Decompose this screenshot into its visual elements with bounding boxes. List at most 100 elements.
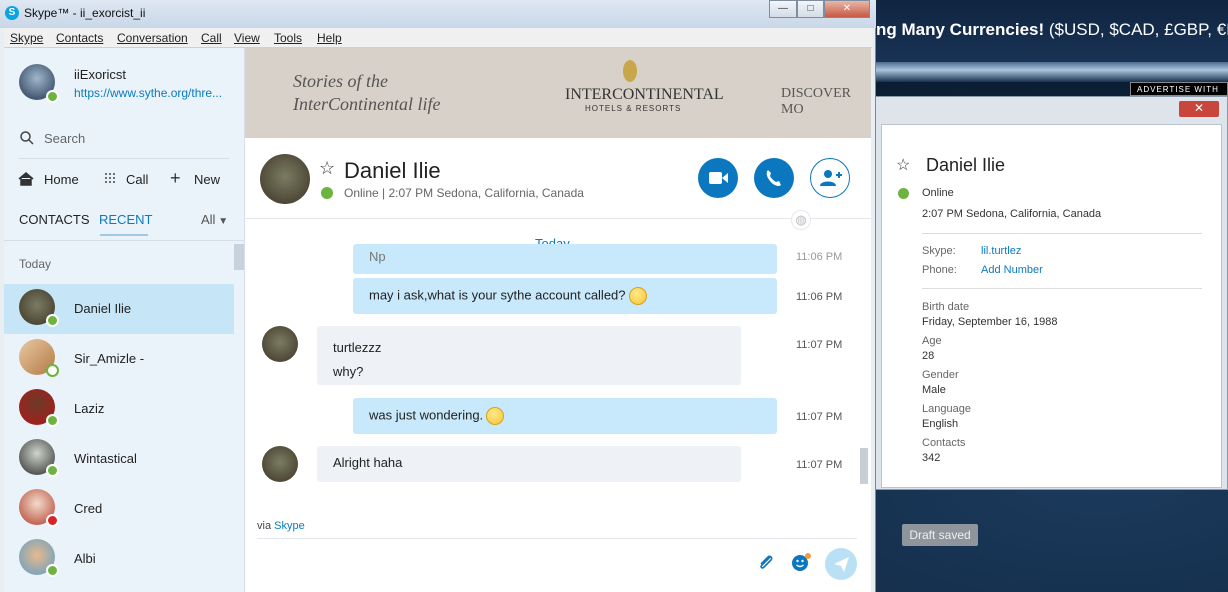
profile-name: Daniel Ilie bbox=[926, 155, 1006, 175]
home-button[interactable]: Home bbox=[44, 172, 79, 187]
chat-avatar[interactable] bbox=[260, 154, 310, 204]
menu-conversation[interactable]: Conversation bbox=[117, 31, 188, 45]
online-status-icon bbox=[46, 464, 59, 477]
divider bbox=[922, 288, 1202, 289]
audio-call-button[interactable] bbox=[754, 158, 794, 198]
minimize-button[interactable]: — bbox=[769, 0, 797, 18]
mood-message[interactable]: https://www.sythe.org/thre... bbox=[74, 86, 222, 100]
contact-item[interactable]: Cred bbox=[4, 484, 234, 534]
gender-label: Gender bbox=[922, 369, 959, 381]
ad-subbrand: HOTELS & RESORTS bbox=[585, 104, 682, 113]
menu-help[interactable]: Help bbox=[317, 31, 342, 45]
sender-avatar[interactable] bbox=[262, 326, 298, 362]
message-text: Np bbox=[369, 249, 386, 264]
via-skype-link[interactable]: Skype bbox=[274, 520, 305, 532]
ad-banner[interactable]: Stories of the InterContinental life INTE… bbox=[245, 48, 871, 138]
message-bubble[interactable]: Alright haha bbox=[317, 446, 741, 482]
menu-skype[interactable]: Skype bbox=[10, 31, 43, 45]
message-text: turtlezzz bbox=[333, 340, 382, 355]
favorite-star-icon[interactable]: ☆ bbox=[319, 158, 335, 179]
skype-window: S Skype™ - ii_exorcist_ii — □ ✕ Skype Co… bbox=[0, 0, 876, 592]
menu-tools[interactable]: Tools bbox=[274, 31, 302, 45]
chat-contact-status: Online | 2:07 PM Sedona, California, Can… bbox=[344, 186, 584, 200]
menu-contacts[interactable]: Contacts bbox=[56, 31, 103, 45]
globe-icon[interactable]: ◍ bbox=[791, 210, 811, 230]
phone-icon bbox=[766, 170, 781, 186]
ad-line-1: Stories of the bbox=[293, 71, 388, 91]
advertise-label[interactable]: ADVERTISE WITH bbox=[1130, 82, 1228, 96]
emoticon-icon[interactable] bbox=[790, 552, 812, 572]
add-number-link[interactable]: Add Number bbox=[981, 264, 1043, 276]
filter-dropdown[interactable]: All ▼ bbox=[201, 212, 228, 227]
divider bbox=[18, 158, 229, 159]
search-input[interactable]: Search bbox=[44, 131, 85, 146]
my-status-icon[interactable] bbox=[46, 90, 59, 103]
chat-scrollbar[interactable] bbox=[860, 448, 868, 484]
new-button[interactable]: New bbox=[194, 172, 220, 187]
smiley-emoticon-icon bbox=[486, 407, 505, 425]
contacts-label: Contacts bbox=[922, 437, 966, 449]
dialpad-icon bbox=[105, 173, 115, 183]
contact-item[interactable]: Sir_Amizle - bbox=[4, 334, 234, 384]
chat-contact-name[interactable]: Daniel Ilie bbox=[344, 158, 441, 184]
message-text: was just wondering. bbox=[369, 407, 484, 423]
message-time: 11:07 PM bbox=[796, 459, 843, 471]
message-time: 11:06 PM bbox=[796, 291, 843, 303]
tab-indicator bbox=[100, 234, 148, 236]
maximize-button[interactable]: □ bbox=[797, 0, 824, 18]
call-button[interactable]: Call bbox=[126, 172, 148, 187]
send-icon bbox=[834, 557, 849, 572]
send-button[interactable] bbox=[825, 548, 857, 580]
birth-label: Birth date bbox=[922, 301, 970, 313]
skype-id-link[interactable]: lil.turtlez bbox=[981, 245, 1021, 257]
tab-recent[interactable]: RECENT bbox=[99, 212, 152, 227]
contact-item[interactable]: Laziz bbox=[4, 384, 234, 434]
sender-avatar[interactable] bbox=[262, 446, 298, 482]
contact-item[interactable]: Wintastical bbox=[4, 434, 234, 484]
smiley-emoticon-icon bbox=[628, 287, 647, 305]
add-contact-icon bbox=[820, 170, 842, 186]
message-time: 11:07 PM bbox=[796, 411, 843, 423]
ad-line-2: InterContinental life bbox=[293, 94, 441, 114]
birth-value: Friday, September 16, 1988 bbox=[922, 316, 1058, 328]
contact-name: Albi bbox=[74, 551, 96, 566]
contact-name: Cred bbox=[74, 501, 103, 516]
profile-status: Online bbox=[922, 187, 954, 199]
ad-logo-icon bbox=[623, 60, 637, 82]
my-name[interactable]: iiExoricst bbox=[74, 67, 126, 82]
contact-name: Wintastical bbox=[74, 451, 137, 466]
contact-item[interactable]: Daniel Ilie bbox=[4, 284, 234, 334]
draft-saved-badge: Draft saved bbox=[902, 524, 978, 546]
message-text: Alright haha bbox=[333, 455, 403, 470]
menu-view[interactable]: View bbox=[234, 31, 260, 45]
message-input[interactable] bbox=[257, 544, 747, 584]
message-bubble[interactable]: was just wondering. bbox=[353, 398, 777, 434]
message-time: 11:07 PM bbox=[796, 339, 843, 351]
sidebar-scrollbar[interactable] bbox=[234, 244, 244, 270]
paperclip-icon[interactable] bbox=[756, 552, 776, 572]
message-bubble[interactable]: turtlezzz why? bbox=[317, 326, 741, 385]
filter-label: All bbox=[201, 212, 216, 227]
message-bubble[interactable]: may i ask,what is your sythe account cal… bbox=[353, 278, 777, 314]
popup-close-button[interactable]: ✕ bbox=[1179, 101, 1219, 117]
age-label: Age bbox=[922, 335, 942, 347]
divider bbox=[4, 240, 245, 241]
online-status-icon bbox=[46, 414, 59, 427]
favorite-star-icon[interactable]: ☆ bbox=[896, 155, 910, 175]
online-status-icon bbox=[898, 188, 909, 199]
section-today: Today bbox=[19, 257, 52, 271]
menu-call[interactable]: Call bbox=[201, 31, 222, 45]
video-icon bbox=[709, 172, 728, 184]
video-call-button[interactable] bbox=[698, 158, 738, 198]
skype-logo-icon: S bbox=[5, 6, 19, 20]
message-bubble[interactable]: Np bbox=[353, 244, 777, 274]
contact-item[interactable]: Albi bbox=[4, 534, 234, 584]
add-people-button[interactable] bbox=[810, 158, 850, 198]
age-value: 28 bbox=[922, 350, 935, 362]
profile-card: ☆ Daniel Ilie Online 2:07 PM Sedona, Cal… bbox=[881, 124, 1222, 488]
tab-contacts[interactable]: CONTACTS bbox=[19, 212, 90, 227]
close-button[interactable]: ✕ bbox=[824, 0, 870, 18]
compose-divider bbox=[257, 538, 857, 539]
banner-text: ng Many Currencies! ($USD, $CAD, £GBP, €… bbox=[876, 20, 1228, 39]
title-bar: S Skype™ - ii_exorcist_ii — □ ✕ bbox=[0, 0, 876, 28]
